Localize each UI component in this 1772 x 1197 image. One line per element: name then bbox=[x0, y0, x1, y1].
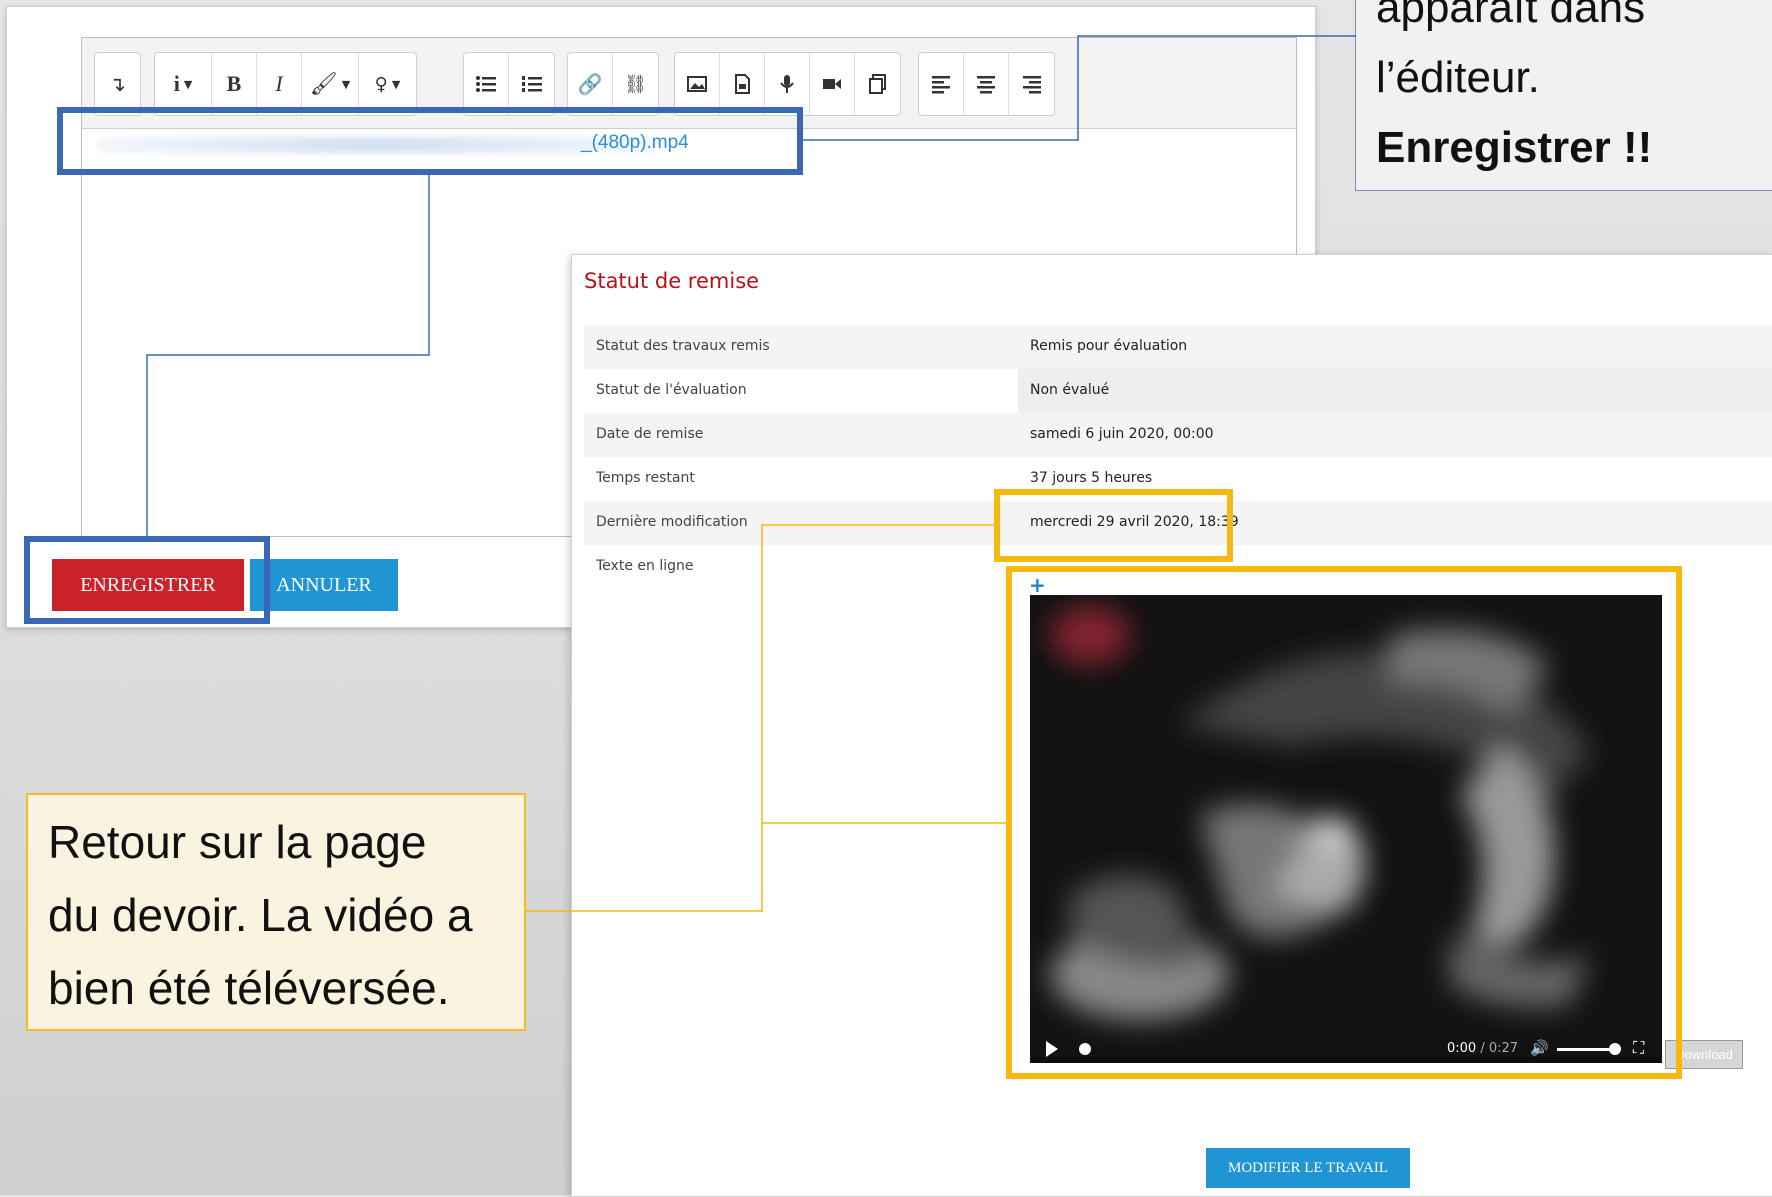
connector-lines bbox=[146, 35, 1356, 912]
